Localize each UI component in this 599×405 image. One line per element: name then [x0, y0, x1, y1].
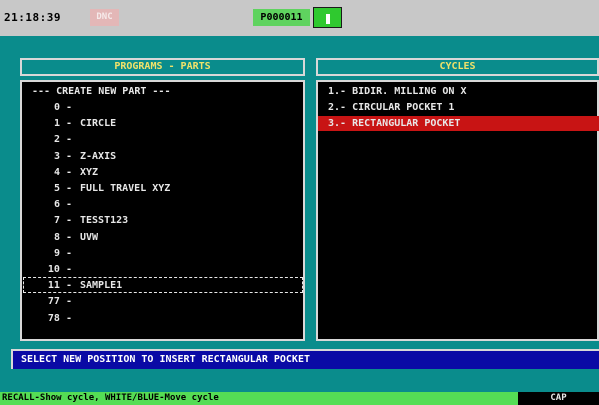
- part-item[interactable]: 4 - XYZ: [22, 165, 302, 180]
- part-number: 3 -: [53, 150, 72, 162]
- prompt-message: SELECT NEW POSITION TO INSERT RECTANGULA…: [11, 349, 599, 369]
- part-item[interactable]: 7 - TESST123: [22, 213, 302, 228]
- part-name: UVW: [80, 231, 99, 243]
- part-number: 8 -: [53, 231, 72, 243]
- part-item[interactable]: 3 - Z-AXIS: [22, 149, 302, 164]
- parts-panel: --- CREATE NEW PART --- 0 - 1 - CIRCLE 2 - 3…: [20, 80, 305, 341]
- part-number: 2 -: [53, 134, 72, 146]
- run-bar-icon: [326, 14, 330, 24]
- part-name: TESST123: [80, 215, 129, 227]
- part-name: FULL TRAVEL XYZ: [80, 183, 171, 194]
- part-item[interactable]: 11 - SAMPLE1: [22, 278, 302, 293]
- cycle-item-selected[interactable]: 3.- RECTANGULAR POCKET: [328, 116, 460, 131]
- part-number: 1 -: [53, 118, 72, 130]
- part-item[interactable]: 10 -: [22, 262, 302, 277]
- cycles-panel: 1.- BIDIR. MILLING ON X 2.- CIRCULAR POC…: [316, 80, 599, 341]
- part-number: 11 -: [47, 280, 72, 292]
- part-item[interactable]: 1 - CIRCLE: [22, 116, 302, 131]
- part-item[interactable]: 0 -: [22, 100, 302, 115]
- clock: 21:18:39: [4, 11, 61, 24]
- part-number: 78 -: [47, 312, 72, 324]
- part-item[interactable]: 78 -: [22, 311, 302, 326]
- part-item[interactable]: 5 - FULL TRAVEL XYZ: [22, 181, 302, 196]
- program-number: P000011: [253, 9, 310, 26]
- part-number: 9 -: [53, 247, 72, 259]
- parts-panel-title: PROGRAMS - PARTS: [20, 58, 305, 76]
- part-item[interactable]: 2 -: [22, 132, 302, 147]
- cycle-item[interactable]: 2.- CIRCULAR POCKET 1: [328, 100, 454, 115]
- part-name: Z-AXIS: [80, 150, 117, 162]
- top-status-bar: 21:18:39 DNC P000011: [0, 0, 599, 36]
- part-number: 4 -: [53, 166, 72, 178]
- cycle-item[interactable]: 1.- BIDIR. MILLING ON X: [328, 84, 466, 99]
- part-name: XYZ: [80, 166, 99, 178]
- part-name: CIRCLE: [80, 118, 117, 130]
- run-state-indicator: [313, 7, 342, 28]
- part-item[interactable]: 8 - UVW: [22, 230, 302, 245]
- part-number: 0 -: [53, 102, 72, 113]
- part-item[interactable]: 6 -: [22, 197, 302, 212]
- create-new-part-item[interactable]: --- CREATE NEW PART ---: [32, 84, 170, 99]
- part-number: 10 -: [47, 264, 72, 275]
- cycles-panel-title: CYCLES: [316, 58, 599, 76]
- part-number: 7 -: [53, 215, 72, 227]
- key-hint: RECALL-Show cycle, WHITE/BLUE-Move cycle: [0, 392, 518, 405]
- dnc-indicator[interactable]: DNC: [90, 9, 119, 26]
- part-number: 77 -: [47, 296, 72, 308]
- cnc-screen: 21:18:39 DNC P000011 PROGRAMS - PARTS --…: [0, 0, 599, 405]
- part-number: 6 -: [53, 199, 72, 211]
- part-number: 5 -: [53, 183, 72, 194]
- part-name: SAMPLE1: [80, 280, 123, 292]
- part-item[interactable]: 77 -: [22, 294, 302, 309]
- part-item[interactable]: 9 -: [22, 246, 302, 261]
- caps-lock-indicator: CAP: [518, 392, 599, 405]
